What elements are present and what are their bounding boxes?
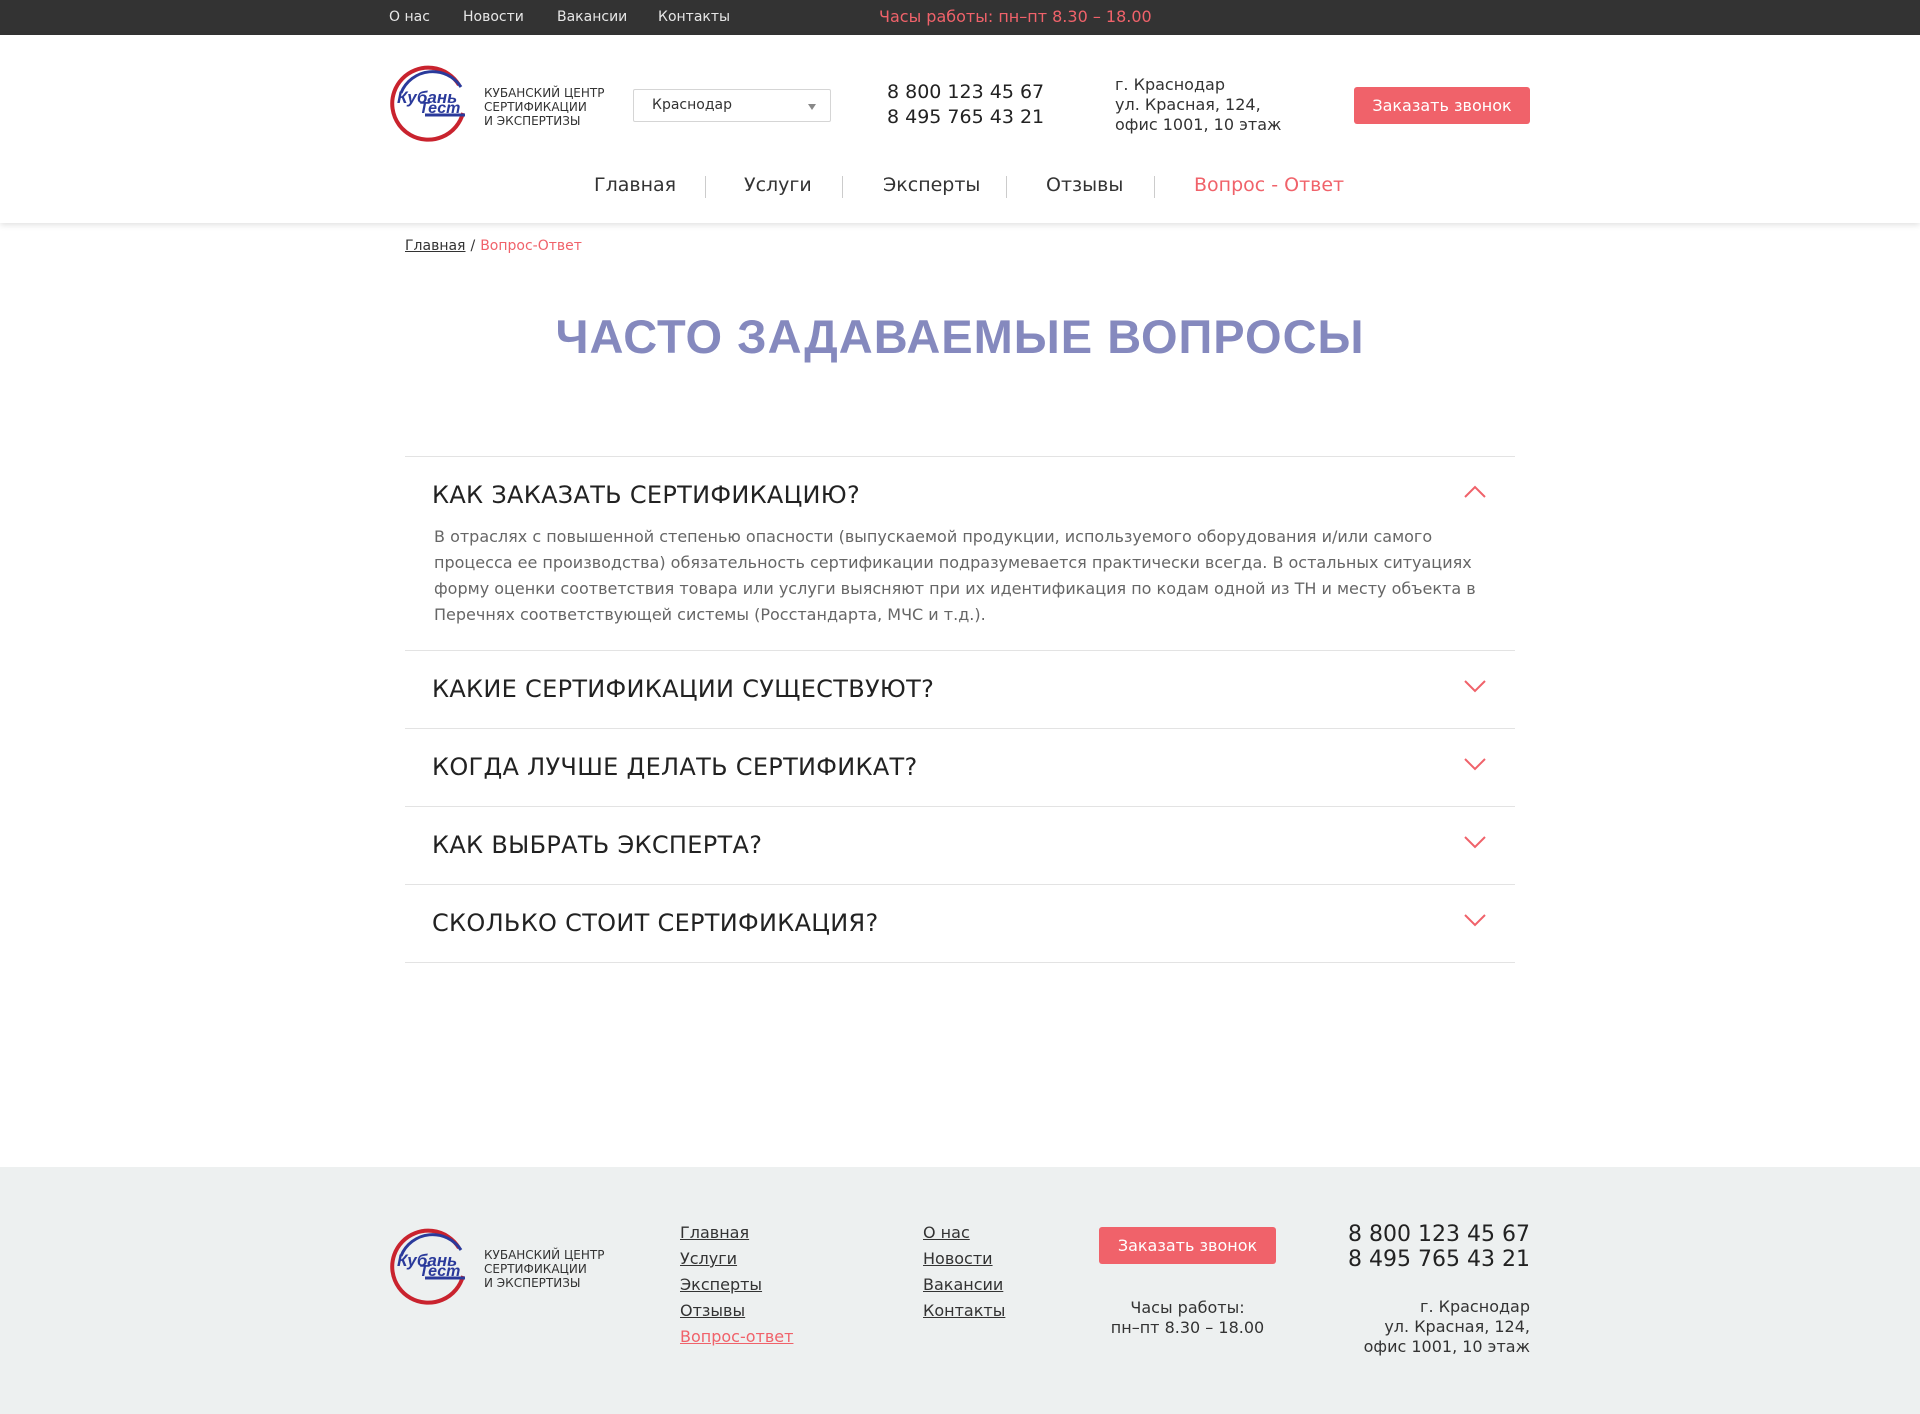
address-line: г. Краснодар [1115,75,1225,94]
nav-divider [705,176,706,198]
breadcrumb-separator: / [470,238,476,254]
address-line: офис 1001, 10 этаж [1363,1337,1530,1356]
nav-item-faq[interactable]: Вопрос - Ответ [1194,174,1344,196]
main-nav: Главная Услуги Эксперты Отзывы Вопрос - … [0,174,1920,204]
top-link-about[interactable]: О нас [389,9,430,25]
logo-caption-line: Кубанский центр [484,86,605,100]
nav-item-experts[interactable]: Эксперты [883,174,980,196]
faq-item: Как заказать сертификацию? В отраслях с … [405,457,1515,651]
logo-caption-line: и экспертизы [484,114,581,128]
working-hours: Часы работы: пн–пт 8.30 – 18.00 [879,7,1152,26]
logo-caption: Кубанский центр сертификации и экспертиз… [484,86,604,128]
nav-item-home[interactable]: Главная [594,174,676,196]
top-bar: О нас Новости Вакансии Контакты Часы раб… [0,0,1920,35]
logo-caption-line: сертификации [484,100,587,114]
footer-logo[interactable]: Кубань Тест [389,1226,471,1308]
footer-link-vacancies[interactable]: Вакансии [923,1275,1003,1294]
faq-item: Как выбрать эксперта? [405,807,1515,885]
footer-link-experts[interactable]: Эксперты [680,1275,762,1294]
faq-question-text: Как заказать сертификацию? [432,481,861,509]
phone-number[interactable]: 8 800 123 45 67 [887,80,1044,105]
breadcrumb-current: Вопрос-Ответ [480,238,582,254]
faq-question[interactable]: Когда лучше делать сертификат? [405,729,1515,806]
faq-answer: В отраслях с повышенной степенью опаснос… [434,527,1476,624]
header-address: г. Краснодар ул. Красная, 124, офис 1001… [1115,75,1281,135]
nav-divider [1154,176,1155,198]
site-header: Кубань Тест Кубанский центр сертификации… [0,35,1920,223]
footer-link-reviews[interactable]: Отзывы [680,1301,745,1320]
caret-down-icon [808,104,816,110]
top-link-contacts[interactable]: Контакты [658,9,730,25]
site-footer: Кубань Тест Кубанский центр сертификации… [0,1167,1920,1414]
address-line: ул. Красная, 124, [1384,1317,1530,1336]
address-line: ул. Красная, 124, [1115,95,1261,114]
nav-divider [842,176,843,198]
faq-question-text: Какие сертификации существуют? [432,675,935,703]
faq-question[interactable]: Какие сертификации существуют? [405,651,1515,728]
header-phones: 8 800 123 45 67 8 495 765 43 21 [887,80,1044,130]
chevron-down-icon[interactable] [1463,834,1487,850]
nav-divider [1006,176,1007,198]
logo-emblem-icon: Кубань Тест [390,65,465,142]
footer-link-services[interactable]: Услуги [680,1249,737,1268]
faq-question-text: Как выбрать эксперта? [432,831,763,859]
order-call-button[interactable]: Заказать звонок [1354,87,1530,124]
faq-question[interactable]: Как заказать сертификацию? [405,457,1515,534]
logo-brand-line2: Тест [419,100,460,117]
footer-link-news[interactable]: Новости [923,1249,993,1268]
city-select[interactable]: Краснодар [633,89,831,122]
top-link-vacancies[interactable]: Вакансии [557,9,627,25]
nav-item-reviews[interactable]: Отзывы [1046,174,1123,196]
chevron-up-icon[interactable] [1463,484,1487,500]
footer-order-call-button[interactable]: Заказать звонок [1099,1227,1276,1264]
phone-number[interactable]: 8 800 123 45 67 [1330,1222,1530,1247]
faq-item: Сколько стоит сертификация? [405,885,1515,963]
logo-brand-line2: Тест [419,1263,460,1280]
breadcrumb-home[interactable]: Главная [405,238,465,254]
faq-question[interactable]: Как выбрать эксперта? [405,807,1515,884]
footer-link-faq[interactable]: Вопрос-ответ [680,1327,793,1346]
chevron-down-icon[interactable] [1463,912,1487,928]
city-select-value: Краснодар [652,97,732,113]
footer-address: г. Краснодар ул. Красная, 124, офис 1001… [1230,1297,1530,1357]
address-line: офис 1001, 10 этаж [1115,115,1282,134]
faq-question-text: Сколько стоит сертификация? [432,909,879,937]
faq-item: Когда лучше делать сертификат? [405,729,1515,807]
faq-question[interactable]: Сколько стоит сертификация? [405,885,1515,962]
logo-caption-line: сертификации [484,1262,587,1276]
breadcrumb: Главная / Вопрос-Ответ [405,238,582,254]
logo-caption-line: Кубанский центр [484,1248,605,1262]
footer-phones: 8 800 123 45 67 8 495 765 43 21 [1330,1222,1530,1272]
footer-logo-caption: Кубанский центр сертификации и экспертиз… [484,1248,604,1290]
footer-link-about[interactable]: О нас [923,1223,970,1242]
faq-item: Какие сертификации существуют? [405,651,1515,729]
phone-number[interactable]: 8 495 765 43 21 [887,105,1044,130]
page-title-text: Часто задаваемые вопросы [555,310,1365,363]
page-title: Часто задаваемые вопросы [0,309,1920,364]
top-link-news[interactable]: Новости [463,9,524,25]
site-logo[interactable]: Кубань Тест [389,63,471,145]
footer-link-contacts[interactable]: Контакты [923,1301,1005,1320]
chevron-down-icon[interactable] [1463,678,1487,694]
address-line: г. Краснодар [1420,1297,1530,1316]
footer-link-home[interactable]: Главная [680,1223,749,1242]
chevron-down-icon[interactable] [1463,756,1487,772]
logo-emblem-icon: Кубань Тест [390,1228,465,1305]
nav-item-services[interactable]: Услуги [744,174,812,196]
phone-number[interactable]: 8 495 765 43 21 [1330,1247,1530,1272]
faq-question-text: Когда лучше делать сертификат? [432,753,918,781]
faq-list: Как заказать сертификацию? В отраслях с … [405,456,1515,963]
logo-caption-line: и экспертизы [484,1276,581,1290]
